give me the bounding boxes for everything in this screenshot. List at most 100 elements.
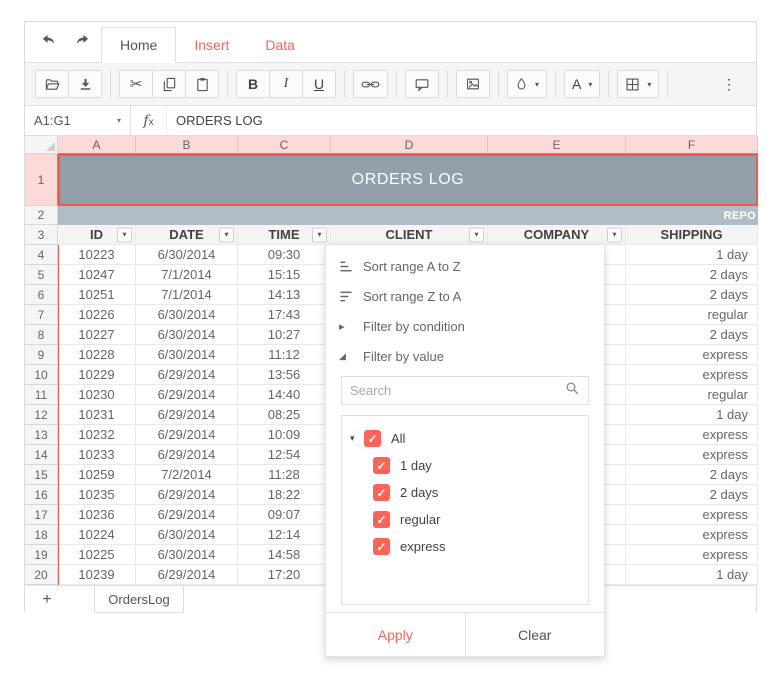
cell-B7[interactable]: 6/30/2014: [136, 305, 238, 325]
row-header-9[interactable]: 9: [25, 345, 58, 365]
tree-item-all[interactable]: ▾ ✓ All: [350, 425, 580, 452]
cell-C5[interactable]: 15:15: [238, 265, 331, 285]
row-header-7[interactable]: 7: [25, 305, 58, 325]
checkbox-2-days[interactable]: ✓: [373, 484, 390, 501]
cell-A7[interactable]: 10226: [58, 305, 136, 325]
cell-C6[interactable]: 14:13: [238, 285, 331, 305]
menu-item-sort-range-a-to-z[interactable]: Sort range A to Z: [326, 251, 604, 281]
cell-C16[interactable]: 18:22: [238, 485, 331, 505]
cell-C8[interactable]: 10:27: [238, 325, 331, 345]
cell-B9[interactable]: 6/30/2014: [136, 345, 238, 365]
cell-B19[interactable]: 6/30/2014: [136, 545, 238, 565]
cell-F10[interactable]: express: [626, 365, 758, 385]
cell-F11[interactable]: regular: [626, 385, 758, 405]
menu-item-filter-by-value[interactable]: ◢ Filter by value: [326, 341, 604, 371]
name-box[interactable]: A1:G1 ▾: [25, 106, 131, 135]
cell-B11[interactable]: 6/29/2014: [136, 385, 238, 405]
cell-A18[interactable]: 10224: [58, 525, 136, 545]
cell-F15[interactable]: 2 days: [626, 465, 758, 485]
row-header-19[interactable]: 19: [25, 545, 58, 565]
cell-F16[interactable]: 2 days: [626, 485, 758, 505]
menu-item-filter-by-condition[interactable]: ▸ Filter by condition: [326, 311, 604, 341]
cell-A19[interactable]: 10225: [58, 545, 136, 565]
cell-B17[interactable]: 6/29/2014: [136, 505, 238, 525]
row-header-20[interactable]: 20: [25, 565, 58, 585]
formula-input[interactable]: ORDERS LOG: [167, 106, 756, 135]
cell-F5[interactable]: 2 days: [626, 265, 758, 285]
font-color-button[interactable]: A ▾: [564, 70, 601, 98]
cell-A20[interactable]: 10239: [58, 565, 136, 585]
filter-button-client[interactable]: ▾: [469, 227, 484, 242]
cell-A13[interactable]: 10232: [58, 425, 136, 445]
cell-B8[interactable]: 6/30/2014: [136, 325, 238, 345]
cell-A10[interactable]: 10229: [58, 365, 136, 385]
cell-A15[interactable]: 10259: [58, 465, 136, 485]
undo-button[interactable]: [35, 30, 61, 54]
cell-C17[interactable]: 09:07: [238, 505, 331, 525]
checkbox-regular[interactable]: ✓: [373, 511, 390, 528]
header-cell-client[interactable]: CLIENT ▾: [331, 225, 488, 245]
redo-button[interactable]: [69, 30, 95, 54]
bold-button[interactable]: B: [236, 70, 270, 98]
fill-color-button[interactable]: ▾: [507, 70, 548, 98]
cell-C14[interactable]: 12:54: [238, 445, 331, 465]
cell-B20[interactable]: 6/29/2014: [136, 565, 238, 585]
cell-F19[interactable]: express: [626, 545, 758, 565]
sheet-tab-orderslog[interactable]: OrdersLog: [94, 586, 184, 613]
cell-C13[interactable]: 10:09: [238, 425, 331, 445]
row-header-12[interactable]: 12: [25, 405, 58, 425]
cell-C18[interactable]: 12:14: [238, 525, 331, 545]
cell-A17[interactable]: 10236: [58, 505, 136, 525]
tree-item-express[interactable]: ✓ express: [350, 533, 580, 560]
tree-expand-icon[interactable]: ▾: [350, 433, 364, 444]
cell-F20[interactable]: 1 day: [626, 565, 758, 585]
checkbox-express[interactable]: ✓: [373, 538, 390, 555]
cut-button[interactable]: ✂: [119, 70, 153, 98]
menu-item-sort-range-z-to-a[interactable]: Sort range Z to A: [326, 281, 604, 311]
export-button[interactable]: [68, 70, 102, 98]
copy-button[interactable]: [152, 70, 186, 98]
cell-C20[interactable]: 17:20: [238, 565, 331, 585]
filter-button-company[interactable]: ▾: [607, 227, 622, 242]
cell-B14[interactable]: 6/29/2014: [136, 445, 238, 465]
row-header-3[interactable]: 3: [25, 225, 58, 245]
cell-A12[interactable]: 10231: [58, 405, 136, 425]
cell-B10[interactable]: 6/29/2014: [136, 365, 238, 385]
cell-B12[interactable]: 6/29/2014: [136, 405, 238, 425]
cell-C9[interactable]: 11:12: [238, 345, 331, 365]
cell-A16[interactable]: 10235: [58, 485, 136, 505]
apply-button[interactable]: Apply: [326, 613, 465, 656]
row-header-16[interactable]: 16: [25, 485, 58, 505]
link-button[interactable]: [353, 70, 388, 98]
comment-button[interactable]: [405, 70, 439, 98]
header-cell-company[interactable]: COMPANY ▾: [488, 225, 626, 245]
filter-button-id[interactable]: ▾: [117, 227, 132, 242]
cell-A4[interactable]: 10223: [58, 245, 136, 265]
cell-C7[interactable]: 17:43: [238, 305, 331, 325]
cell-A5[interactable]: 10247: [58, 265, 136, 285]
cell-C12[interactable]: 08:25: [238, 405, 331, 425]
cell-B4[interactable]: 6/30/2014: [136, 245, 238, 265]
merged-subtitle-cell[interactable]: REPO: [58, 206, 758, 225]
header-cell-time[interactable]: TIME ▾: [238, 225, 331, 245]
column-header-C[interactable]: C: [238, 136, 331, 154]
column-header-D[interactable]: D: [331, 136, 488, 154]
row-header-8[interactable]: 8: [25, 325, 58, 345]
cell-F17[interactable]: express: [626, 505, 758, 525]
cell-A6[interactable]: 10251: [58, 285, 136, 305]
tab-insert[interactable]: Insert: [176, 27, 247, 63]
cell-F12[interactable]: 1 day: [626, 405, 758, 425]
tree-item-regular[interactable]: ✓ regular: [350, 506, 580, 533]
tab-data[interactable]: Data: [247, 27, 313, 63]
cell-B6[interactable]: 7/1/2014: [136, 285, 238, 305]
clear-button[interactable]: Clear: [464, 613, 605, 656]
row-header-18[interactable]: 18: [25, 525, 58, 545]
borders-button[interactable]: ▾: [617, 70, 660, 98]
image-button[interactable]: [456, 70, 490, 98]
checkbox-1-day[interactable]: ✓: [373, 457, 390, 474]
cell-B5[interactable]: 7/1/2014: [136, 265, 238, 285]
underline-button[interactable]: U: [302, 70, 336, 98]
row-header-17[interactable]: 17: [25, 505, 58, 525]
tree-item-1-day[interactable]: ✓ 1 day: [350, 452, 580, 479]
cell-F4[interactable]: 1 day: [626, 245, 758, 265]
